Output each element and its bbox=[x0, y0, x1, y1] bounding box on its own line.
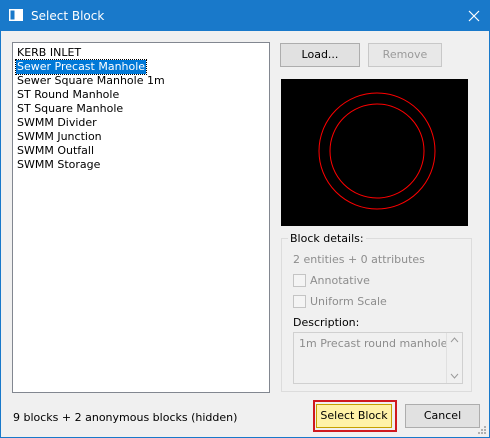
status-text: 9 blocks + 2 anonymous blocks (hidden) bbox=[13, 411, 238, 424]
remove-button[interactable]: Remove bbox=[368, 43, 442, 67]
load-button[interactable]: Load... bbox=[280, 43, 360, 67]
list-item[interactable]: SWMM Divider bbox=[16, 116, 98, 130]
list-item[interactable]: ST Round Manhole bbox=[16, 88, 120, 102]
uniform-scale-label: Uniform Scale bbox=[310, 295, 387, 308]
list-item-selected[interactable]: Sewer Precast Manhole bbox=[14, 59, 148, 75]
window-title: Select Block bbox=[31, 9, 105, 23]
list-item[interactable]: KERB INLET bbox=[16, 46, 82, 60]
close-button[interactable] bbox=[459, 1, 489, 31]
description-label: Description: bbox=[293, 316, 360, 329]
description-field[interactable]: 1m Precast round manhole bbox=[293, 332, 463, 384]
window-icon bbox=[9, 9, 23, 21]
list-item[interactable]: SWMM Storage bbox=[16, 158, 101, 172]
annotative-label: Annotative bbox=[310, 274, 370, 287]
list-item[interactable]: SWMM Outfall bbox=[16, 144, 95, 158]
list-item[interactable]: SWMM Junction bbox=[16, 130, 103, 144]
entity-summary: 2 entities + 0 attributes bbox=[293, 253, 425, 266]
title-bar[interactable]: Select Block bbox=[1, 1, 489, 31]
description-value: 1m Precast round manhole bbox=[299, 337, 448, 350]
block-list[interactable]: KERB INLET Sewer Precast Manhole Sewer S… bbox=[12, 42, 270, 393]
description-scrollbar[interactable] bbox=[446, 333, 462, 383]
select-block-dialog: Select Block KERB INLET Sewer Precast Ma… bbox=[0, 0, 490, 438]
cancel-button[interactable]: Cancel bbox=[405, 404, 480, 428]
uniform-scale-checkbox[interactable] bbox=[293, 295, 306, 308]
annotative-checkbox[interactable] bbox=[293, 274, 306, 287]
close-icon bbox=[468, 10, 480, 22]
select-block-button[interactable]: Select Block bbox=[316, 404, 392, 428]
block-details-title: Block details: bbox=[288, 232, 366, 245]
resize-grip[interactable] bbox=[477, 425, 487, 435]
manhole-preview-drawing bbox=[318, 92, 436, 210]
list-item[interactable]: ST Square Manhole bbox=[16, 102, 124, 116]
block-preview bbox=[281, 79, 468, 226]
list-item[interactable]: Sewer Square Manhole 1m bbox=[16, 74, 166, 88]
